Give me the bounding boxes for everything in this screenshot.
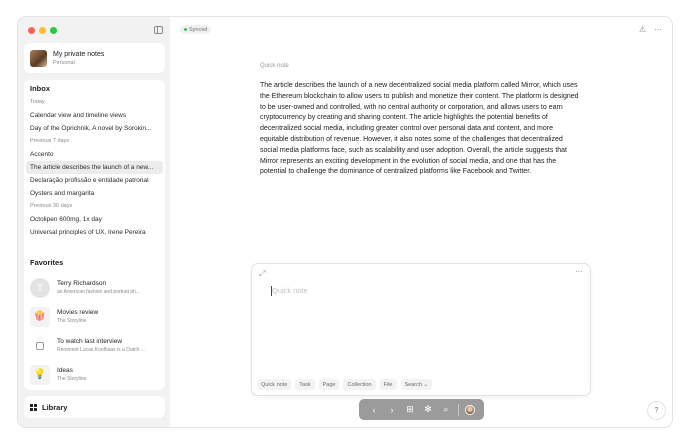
favorite-title: Movies review <box>57 309 99 316</box>
inbox-item[interactable]: Day of the Oprichnik, A novel by Sorokin… <box>24 122 165 135</box>
window-controls <box>28 27 57 34</box>
maximize-window-button[interactable] <box>50 27 57 34</box>
quick-note-panel: ⤢ ⋯ Quick note Task Page Collection File… <box>252 264 590 395</box>
expand-icon[interactable]: ⤢ <box>259 269 265 279</box>
inbox-item[interactable]: Accento <box>24 148 165 161</box>
user-avatar[interactable] <box>465 404 475 415</box>
forward-arrow-icon[interactable]: › <box>386 404 398 416</box>
chip-search[interactable]: Search ⌄ <box>400 379 433 390</box>
favorite-item-ideas[interactable]: 💡 Ideas The Storyline <box>24 360 165 389</box>
checkbox-icon[interactable] <box>30 335 50 356</box>
inbox-group-label: Today <box>30 99 45 105</box>
favorite-title: Terry Richardson <box>57 280 107 287</box>
favorite-item-movies-review[interactable]: 🍿 Movies review The Storyline <box>24 302 165 331</box>
favorites-title[interactable]: Favorites <box>24 258 165 267</box>
quick-note-type-chips: Quick note Task Page Collection File Sea… <box>257 379 433 390</box>
inbox-title[interactable]: Inbox <box>24 84 165 93</box>
inbox-group-label: Previous 30 days <box>30 203 73 209</box>
search-icon[interactable]: ⌕ <box>440 404 452 416</box>
chip-page[interactable]: Page <box>318 379 340 390</box>
lightbulb-icon: 💡 <box>30 364 50 385</box>
bottom-toolbar: ‹ › ⊞ ✻ ⌕ <box>359 399 484 420</box>
account-avatar <box>30 49 47 67</box>
favorite-item-to-watch[interactable]: To watch last interview Remment Lucas Ko… <box>24 331 165 360</box>
app-window: My private notes Personal Inbox Today Ca… <box>18 17 672 427</box>
account-name: My private notes <box>53 50 105 58</box>
sidebar: My private notes Personal Inbox Today Ca… <box>18 17 170 427</box>
chip-quick-note[interactable]: Quick note <box>257 379 292 390</box>
sync-dot-icon <box>184 28 187 31</box>
back-arrow-icon[interactable]: ‹ <box>368 404 380 416</box>
grid-icon <box>30 403 37 411</box>
inbox-group-label: Previous 7 days <box>30 138 70 144</box>
inbox-item[interactable]: Oysters and margarita <box>24 187 165 200</box>
favorite-title: Ideas <box>57 367 73 374</box>
panel-more-icon[interactable]: ⋯ <box>575 267 583 276</box>
account-subtitle: Personal <box>53 59 75 66</box>
add-icon[interactable]: ⊞ <box>404 404 416 416</box>
spark-icon[interactable]: ✻ <box>422 404 434 416</box>
close-window-button[interactable] <box>28 27 35 34</box>
inbox-section: Inbox Today Calendar view and timeline v… <box>24 80 165 262</box>
toolbar-divider <box>458 403 459 416</box>
favorite-subtitle: an American fashion and portrait ph... <box>57 289 141 295</box>
minimize-window-button[interactable] <box>39 27 46 34</box>
inbox-item[interactable]: Calendar view and timeline views <box>24 109 165 122</box>
chip-collection[interactable]: Collection <box>343 379 376 390</box>
favorite-item-terry-richardson[interactable]: T Terry Richardson an American fashion a… <box>24 273 165 302</box>
sync-status-text: Synced <box>189 26 208 33</box>
favorite-subtitle: The Storyline <box>57 376 87 382</box>
library-label: Library <box>42 402 68 412</box>
sync-status-badge: Synced <box>180 25 212 34</box>
warning-icon[interactable]: ⚠ <box>639 25 646 34</box>
inbox-item-selected[interactable]: The article describes the launch of a ne… <box>26 161 163 174</box>
chip-task[interactable]: Task <box>295 379 315 390</box>
chip-file[interactable]: File <box>379 379 397 390</box>
library-button[interactable]: Library <box>24 396 165 418</box>
more-options-icon[interactable]: ⋯ <box>654 25 662 34</box>
favorite-subtitle: The Storyline <box>57 318 87 324</box>
main-content: Synced ⚠ ⋯ Quick note The article descri… <box>170 17 672 427</box>
favorite-title: To watch last interview <box>57 338 123 345</box>
document-body[interactable]: The article describes the launch of a ne… <box>260 81 582 178</box>
inbox-item[interactable]: Universal principles of UX, Irene Pereir… <box>24 226 165 239</box>
letter-avatar-icon: T <box>30 277 50 298</box>
account-switcher[interactable]: My private notes Personal <box>24 43 165 73</box>
inbox-item[interactable]: Octolipen 600mg, 1x day <box>24 213 165 226</box>
favorites-section: Favorites T Terry Richardson an American… <box>24 253 165 390</box>
quick-note-input[interactable] <box>272 286 562 295</box>
favorite-subtitle: Remment Lucas Koolhaas is a Dutch ... <box>57 347 145 353</box>
help-button[interactable]: ? <box>648 402 665 419</box>
document-type-label: Quick note <box>260 63 289 69</box>
popcorn-icon: 🍿 <box>30 306 50 327</box>
inbox-item[interactable]: Declaração profissão e entidade patronal <box>24 174 165 187</box>
sidebar-toggle-icon[interactable] <box>154 26 163 34</box>
